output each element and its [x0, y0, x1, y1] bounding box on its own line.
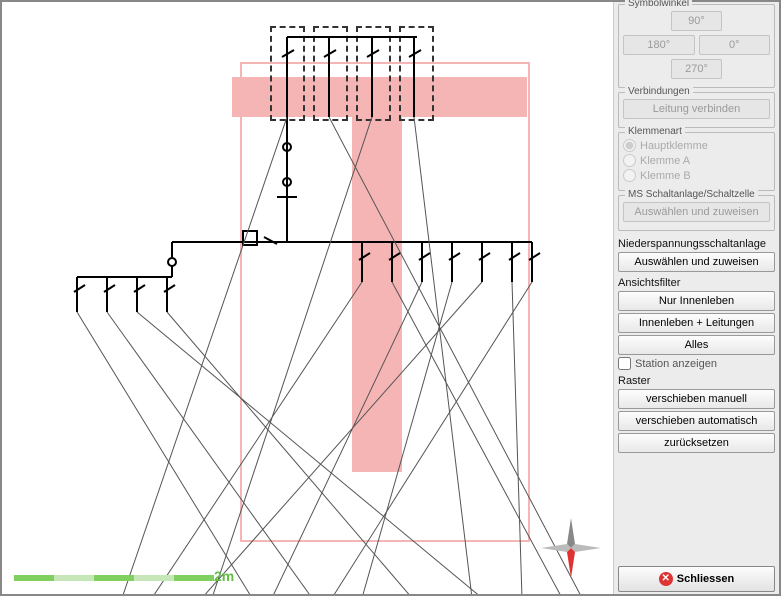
section-label: Ansichtsfilter: [618, 277, 775, 289]
group-symbolwinkel: Symbolwinkel 90° 180° 0° 270°: [618, 4, 775, 88]
connect-line-button[interactable]: Leitung verbinden: [623, 99, 770, 119]
ms-assign-button[interactable]: Auswählen und zuweisen: [623, 202, 770, 222]
group-title: Klemmenart: [625, 126, 685, 137]
section-ns: Niederspannungsschaltanlage Auswählen un…: [618, 235, 775, 274]
close-button[interactable]: ✕ Schliessen: [618, 566, 775, 592]
group-klemmenart: Klemmenart Hauptklemme Klemme A Klemme B: [618, 132, 775, 191]
radio-klemme-b[interactable]: Klemme B: [623, 169, 770, 182]
group-title: Verbindungen: [625, 86, 693, 97]
schematic-lines: [2, 2, 610, 594]
ns-assign-button[interactable]: Auswählen und zuweisen: [618, 252, 775, 272]
diagram-canvas[interactable]: 2m: [2, 2, 613, 594]
angle-180-button[interactable]: 180°: [623, 35, 695, 55]
radio-input[interactable]: [623, 139, 636, 152]
raster-reset-button[interactable]: zurücksetzen: [618, 433, 775, 453]
filter-alles-button[interactable]: Alles: [618, 335, 775, 355]
checkbox-label: Station anzeigen: [635, 358, 717, 370]
group-ms-schaltanlage: MS Schaltanlage/Schaltzelle Auswählen un…: [618, 195, 775, 231]
scale-bar: [14, 575, 214, 581]
angle-0-button[interactable]: 0°: [699, 35, 771, 55]
radio-label: Klemme B: [640, 170, 691, 182]
raster-manuell-button[interactable]: verschieben manuell: [618, 389, 775, 409]
radio-hauptklemme[interactable]: Hauptklemme: [623, 139, 770, 152]
radio-klemme-a[interactable]: Klemme A: [623, 154, 770, 167]
section-label: Niederspannungsschaltanlage: [618, 238, 775, 250]
checkbox-input[interactable]: [618, 357, 631, 370]
compass-icon: [541, 518, 601, 578]
group-title: Symbolwinkel: [625, 0, 692, 9]
filter-innenleben-button[interactable]: Nur Innenleben: [618, 291, 775, 311]
radio-input[interactable]: [623, 169, 636, 182]
filter-innenleben-leitungen-button[interactable]: Innenleben + Leitungen: [618, 313, 775, 333]
station-anzeigen-checkbox[interactable]: Station anzeigen: [618, 357, 775, 370]
angle-270-button[interactable]: 270°: [671, 59, 721, 79]
scale-label: 2m: [214, 568, 234, 584]
app-window: 2m Symbolwinkel 90° 180° 0° 270° Verbind…: [0, 0, 781, 596]
group-title: MS Schaltanlage/Schaltzelle: [625, 189, 758, 200]
close-icon: ✕: [659, 572, 673, 586]
angle-90-button[interactable]: 90°: [671, 11, 721, 31]
radio-label: Klemme A: [640, 155, 690, 167]
section-raster: Raster verschieben manuell verschieben a…: [618, 372, 775, 455]
close-label: Schliessen: [677, 573, 734, 585]
radio-label: Hauptklemme: [640, 140, 708, 152]
radio-input[interactable]: [623, 154, 636, 167]
section-ansichtsfilter: Ansichtsfilter Nur Innenleben Innenleben…: [618, 274, 775, 372]
section-label: Raster: [618, 375, 775, 387]
sidebar: Symbolwinkel 90° 180° 0° 270° Verbindung…: [613, 2, 779, 594]
group-verbindungen: Verbindungen Leitung verbinden: [618, 92, 775, 128]
raster-auto-button[interactable]: verschieben automatisch: [618, 411, 775, 431]
